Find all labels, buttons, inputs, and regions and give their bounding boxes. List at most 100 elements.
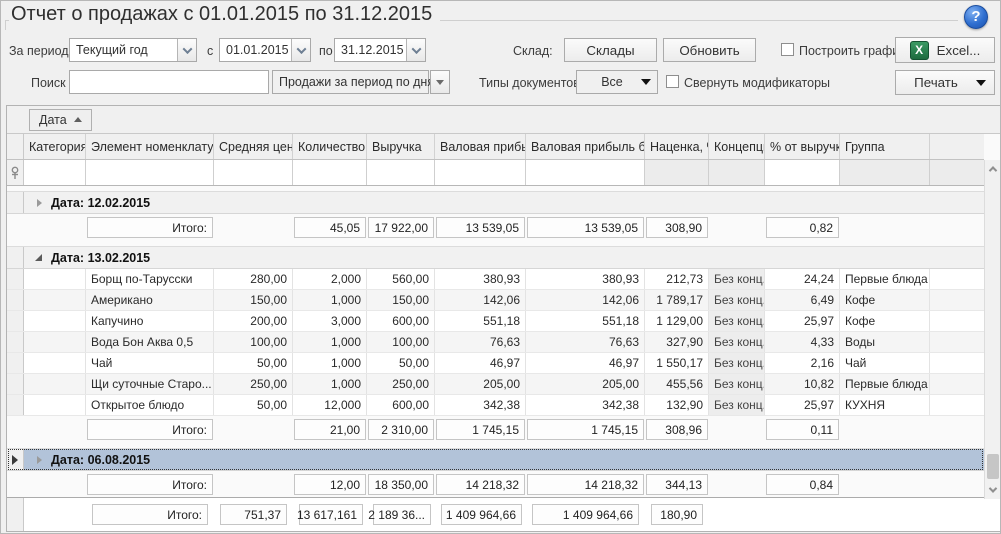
chevron-down-icon [182,44,192,54]
col-header-markup[interactable]: Наценка, % [645,134,709,159]
group-row-12-02-2015[interactable]: Дата: 12.02.2015 [7,191,984,214]
expand-icon[interactable] [35,254,42,261]
col-header-concept[interactable]: Концепция [709,134,765,159]
group-chip-date[interactable]: Дата [29,109,92,131]
period-select[interactable]: Текущий год [69,38,197,62]
col-header-group[interactable]: Группа [840,134,930,159]
cell-revenue: 600,00 [367,311,435,331]
groupbox-frame-tick [5,20,6,30]
summary-markup: 344,13 [646,474,708,495]
summary-pct: 0,11 [766,419,839,440]
date-to-dropdown-button[interactable] [406,39,425,61]
col-header-quantity[interactable]: Количество [293,134,367,159]
search-input[interactable] [69,70,269,94]
summary-profit: 13 539,05 [436,217,525,238]
summary-profit: 14 218,32 [436,474,525,495]
cell-profit-wo: 551,18 [526,311,645,331]
filter-quantity[interactable] [293,160,367,185]
summary-markup: 308,90 [646,217,708,238]
filter-gross-profit-wo[interactable] [526,160,645,185]
build-chart-checkbox[interactable] [781,43,794,56]
col-header-avg-price[interactable]: Средняя цена [214,134,293,159]
table-row[interactable]: Капучино 200,00 3,000 600,00 551,18 551,… [7,311,1000,332]
row-indicator-cell [7,192,24,213]
table-row[interactable]: Открытое блюдо 50,00 12,000 600,00 342,3… [7,395,1000,416]
cell-qty: 1,000 [293,332,367,352]
table-row[interactable]: Борщ по-Тарусски 280,00 2,000 560,00 380… [7,269,1000,290]
vertical-scrollbar[interactable] [984,160,1000,499]
group-summary-row-13-02: Итого: 21,00 2 310,00 1 745,15 1 745,15 … [7,416,984,443]
scroll-down-icon[interactable] [985,482,1001,498]
cell-profit: 142,06 [435,290,526,310]
report-mode-select[interactable]: Продажи за период по дням [272,70,429,94]
period-label: За период [9,44,69,58]
cell-concept: Без конц... [709,353,765,373]
cell-revenue: 50,00 [367,353,435,373]
group-row-13-02-2015[interactable]: Дата: 13.02.2015 [7,246,984,269]
date-from-dropdown-button[interactable] [291,39,310,61]
stores-button[interactable]: Склады [564,38,657,62]
refresh-button[interactable]: Обновить [663,38,756,62]
col-header-pct-revenue[interactable]: % от выручки [765,134,840,159]
scroll-up-icon[interactable] [985,161,1001,177]
date-from-field[interactable]: 01.01.2015 [219,38,311,62]
cell-qty: 12,000 [293,395,367,415]
help-icon[interactable]: ? [964,5,988,29]
period-dropdown-button[interactable] [177,39,196,61]
date-to-field[interactable]: 31.12.2015 [334,38,426,62]
group-row-06-08-2015-selected[interactable]: Дата: 06.08.2015 [7,448,984,471]
print-button[interactable]: Печать [895,70,995,95]
col-header-gross-profit[interactable]: Валовая прибыль [435,134,526,159]
cell-markup: 132,90 [645,395,709,415]
filter-category[interactable] [24,160,86,185]
summary-qty: 21,00 [294,419,366,440]
row-indicator-cell [7,353,24,373]
filter-item[interactable] [86,160,214,185]
col-header-item[interactable]: Элемент номенклатуры [86,134,214,159]
to-label: по [319,44,333,58]
collapse-icon[interactable] [37,456,42,464]
cell-group: Кофе [840,311,930,331]
filter-indicator-cell [7,160,24,185]
chevron-down-icon [411,44,421,54]
cell-group: Чай [840,353,930,373]
filter-avg-price[interactable] [214,160,293,185]
summary-revenue: 2 310,00 [368,419,434,440]
doc-types-select[interactable]: Все [576,70,658,94]
cell-markup: 327,90 [645,332,709,352]
col-header-category[interactable]: Категория [24,134,86,159]
cell-concept: Без конц... [709,332,765,352]
cell-revenue: 100,00 [367,332,435,352]
table-row[interactable]: Вода Бон Аква 0,5 100,00 1,000 100,00 76… [7,332,1000,353]
col-header-gross-profit-wo[interactable]: Валовая прибыль без... [526,134,645,159]
row-indicator-cell [7,332,24,352]
table-row[interactable]: Американо 150,00 1,000 150,00 142,06 142… [7,290,1000,311]
summary-total-label: Итого: [87,419,213,440]
table-row[interactable]: Чай 50,00 1,000 50,00 46,97 46,97 1 550,… [7,353,1000,374]
cell-item: Чай [86,353,214,373]
grand-qty: 13 617,161 [299,504,363,525]
collapse-modifiers-checkbox[interactable] [666,75,679,88]
page-title: Отчет о продажах с 01.01.2015 по 31.12.2… [9,3,440,28]
cell-group: Первые блюда [840,374,930,394]
report-mode-dropdown-button[interactable] [430,70,450,94]
cell-avg-price: 100,00 [214,332,293,352]
cell-profit: 342,38 [435,395,526,415]
filter-revenue[interactable] [367,160,435,185]
group-chip-label: Дата [39,113,67,127]
cell-avg-price: 50,00 [214,353,293,373]
summary-profit-wo: 13 539,05 [527,217,644,238]
filter-pct-revenue[interactable] [765,160,840,185]
period-value: Текущий год [70,43,177,57]
summary-profit-wo: 14 218,32 [527,474,644,495]
filter-gross-profit[interactable] [435,160,526,185]
col-header-revenue[interactable]: Выручка [367,134,435,159]
row-indicator-cell [7,498,24,531]
table-row[interactable]: Щи суточные Старо... 250,00 1,000 250,00… [7,374,1000,395]
excel-button[interactable]: X Excel... [895,37,995,63]
scrollbar-thumb[interactable] [987,454,999,479]
triangle-down-icon [641,79,651,85]
grand-total-row: Итого: 751,37 13 617,161 2 189 36... 1 4… [7,497,1000,531]
collapse-icon[interactable] [37,199,42,207]
row-indicator-cell [7,374,24,394]
